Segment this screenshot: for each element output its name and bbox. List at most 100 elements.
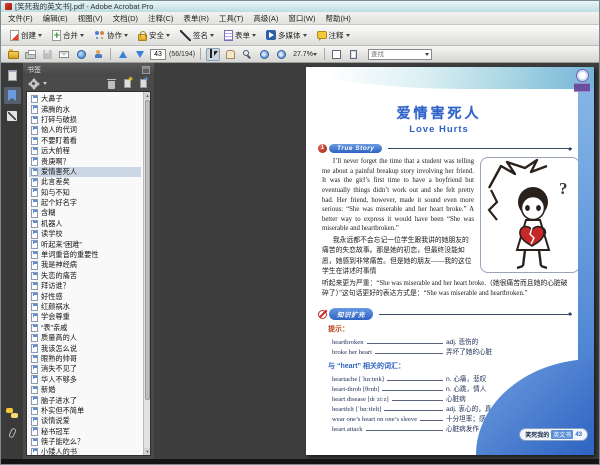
scroll-up-arrow[interactable]: ▲ <box>144 92 150 99</box>
select-tool-button[interactable] <box>206 47 221 61</box>
chevron-down-icon <box>345 33 350 37</box>
bookmark-item[interactable]: “表”亲戚 <box>29 323 141 333</box>
bookmark-options-button[interactable] <box>27 78 40 90</box>
create-button[interactable]: 创建 <box>7 29 45 42</box>
bookmark-item[interactable]: 含糊 <box>29 208 141 218</box>
bookmark-item[interactable]: 单词重音的重要性 <box>29 250 141 260</box>
menu-item[interactable]: 文档(D) <box>108 12 143 25</box>
marquee-zoom-button[interactable] <box>240 48 254 61</box>
pages-panel-button[interactable] <box>4 67 21 84</box>
bookmarks-toolbar <box>23 76 154 91</box>
chapter-badge <box>573 69 591 92</box>
bookmark-item[interactable]: 消失不见了 <box>29 364 141 374</box>
bookmark-item[interactable]: 小矮人的书 <box>29 447 141 455</box>
bookmark-label: 红颜祸水 <box>41 302 70 311</box>
combine-button[interactable]: 合并 <box>49 29 87 42</box>
zoom-out-button[interactable] <box>257 48 271 61</box>
bookmark-label: 贵庚啊？ <box>41 156 70 166</box>
bookmark-page-icon <box>31 271 38 281</box>
bookmark-item[interactable]: 贵庚啊？ <box>29 156 141 166</box>
fit-width-button[interactable] <box>330 48 344 61</box>
menu-item[interactable]: 表单(R) <box>178 12 213 25</box>
bookmark-label: 读学校 <box>41 229 63 239</box>
attachments-panel-button[interactable] <box>4 424 21 441</box>
new-bookmark-button[interactable] <box>137 76 150 90</box>
bookmark-item[interactable]: 好性感 <box>29 291 141 301</box>
bookmark-item[interactable]: 新婚 <box>29 385 141 395</box>
section-title: 知识扩充 <box>329 308 373 321</box>
title-bar[interactable]: [笑死我的英文书].pdf - Adobe Acrobat Pro <box>1 1 599 12</box>
bookmark-item[interactable]: 脑子进水了 <box>29 395 141 405</box>
secure-button[interactable]: 安全 <box>135 29 173 42</box>
bookmark-item[interactable]: 失恋的痛苦 <box>29 271 141 281</box>
find-input[interactable] <box>370 50 425 58</box>
menu-item[interactable]: 帮助(H) <box>321 12 356 25</box>
save-button[interactable] <box>40 48 54 61</box>
bookmark-item[interactable]: 质量高的人 <box>29 333 141 343</box>
bookmark-item[interactable]: 我是神经病 <box>29 260 141 270</box>
sign-button[interactable]: 签名 <box>177 29 217 42</box>
bookmark-item[interactable]: 此言差矣 <box>29 177 141 187</box>
bookmark-item[interactable]: 起个好名字 <box>29 198 141 208</box>
open-button[interactable] <box>6 48 20 61</box>
scrollbar-thumb[interactable] <box>144 100 150 400</box>
document-area[interactable]: 爱情害死人 Love Hurts 1 True Story I’ll never… <box>154 63 599 459</box>
previous-page-button[interactable] <box>116 48 130 61</box>
menu-item[interactable]: 工具(T) <box>214 12 249 25</box>
bookmarks-panel-button[interactable] <box>3 87 21 104</box>
menu-item[interactable]: 注释(C) <box>143 12 178 25</box>
panel-options-icon[interactable] <box>142 65 150 74</box>
bookmark-item[interactable]: 知与不知 <box>29 188 141 198</box>
scroll-down-arrow[interactable]: ▼ <box>144 448 150 455</box>
bookmark-item[interactable]: 读学校 <box>29 229 141 239</box>
multimedia-button[interactable]: 多媒体 <box>263 29 310 42</box>
section-divider-line <box>388 148 572 149</box>
bookmark-page-icon <box>31 250 38 260</box>
bookmark-item[interactable]: 眼熟的帅哥 <box>29 354 141 364</box>
signatures-panel-button[interactable] <box>4 107 21 124</box>
bookmark-item[interactable]: 拜访谁？ <box>29 281 141 291</box>
page-number-input[interactable] <box>150 48 166 60</box>
bookmark-item[interactable]: 秘书冠军 <box>29 427 141 437</box>
bookmark-label: 我该怎么说 <box>41 343 77 353</box>
bookmark-item[interactable]: 机器人 <box>29 219 141 229</box>
share-button[interactable] <box>91 48 105 61</box>
fit-page-button[interactable] <box>347 48 361 61</box>
zoom-level-dropdown[interactable]: 27.7% <box>291 48 319 61</box>
menu-item[interactable]: 高级(A) <box>248 12 283 25</box>
collaborate-button[interactable]: 协作 <box>91 29 131 42</box>
bookmark-scrollbar[interactable]: ▲ ▼ <box>143 92 150 455</box>
upload-web-button[interactable] <box>74 48 88 61</box>
bookmark-item[interactable]: 打碎与破损 <box>29 115 141 125</box>
next-page-button[interactable] <box>133 48 147 61</box>
highlight-bookmark-button[interactable] <box>121 76 134 90</box>
bookmark-item[interactable]: 筷子能吃么？ <box>29 437 141 447</box>
bookmark-item[interactable]: 远大前程 <box>29 146 141 156</box>
menu-item[interactable]: 编辑(E) <box>38 12 73 25</box>
menu-item[interactable]: 视图(V) <box>73 12 108 25</box>
delete-bookmark-button[interactable] <box>105 78 118 90</box>
hand-tool-button[interactable] <box>223 48 237 61</box>
bookmark-page-icon <box>31 219 38 229</box>
comment-button[interactable]: 注释 <box>314 29 353 42</box>
bookmark-item[interactable]: 学会尊重 <box>29 312 141 322</box>
bookmark-item[interactable]: 谈情说爱 <box>29 416 141 426</box>
email-button[interactable] <box>57 48 71 61</box>
bookmark-item[interactable]: 不要盯着看 <box>29 136 141 146</box>
bookmark-item[interactable]: 朴实但不简单 <box>29 406 141 416</box>
bookmark-item[interactable]: 华人不够多 <box>29 375 141 385</box>
bookmark-item[interactable]: 恼人的代词 <box>29 125 141 135</box>
menu-item[interactable]: 窗口(W) <box>283 12 320 25</box>
bookmark-item[interactable]: 听起来“困难” <box>29 239 141 249</box>
window-title: [笑死我的英文书].pdf - Adobe Acrobat Pro <box>15 2 154 11</box>
print-button[interactable] <box>23 48 37 61</box>
forms-button[interactable]: 表单 <box>221 29 259 42</box>
zoom-in-button[interactable] <box>274 48 288 61</box>
bookmark-item[interactable]: 红颜祸水 <box>29 302 141 312</box>
bookmark-item[interactable]: 沸腾的水 <box>29 104 141 114</box>
comments-panel-button[interactable] <box>4 404 21 421</box>
bookmark-item[interactable]: 大鼻子 <box>29 94 141 104</box>
bookmark-item[interactable]: 爱情害死人 <box>29 166 141 178</box>
bookmark-item[interactable]: 我该怎么说 <box>29 343 141 353</box>
menu-item[interactable]: 文件(F) <box>3 12 38 25</box>
